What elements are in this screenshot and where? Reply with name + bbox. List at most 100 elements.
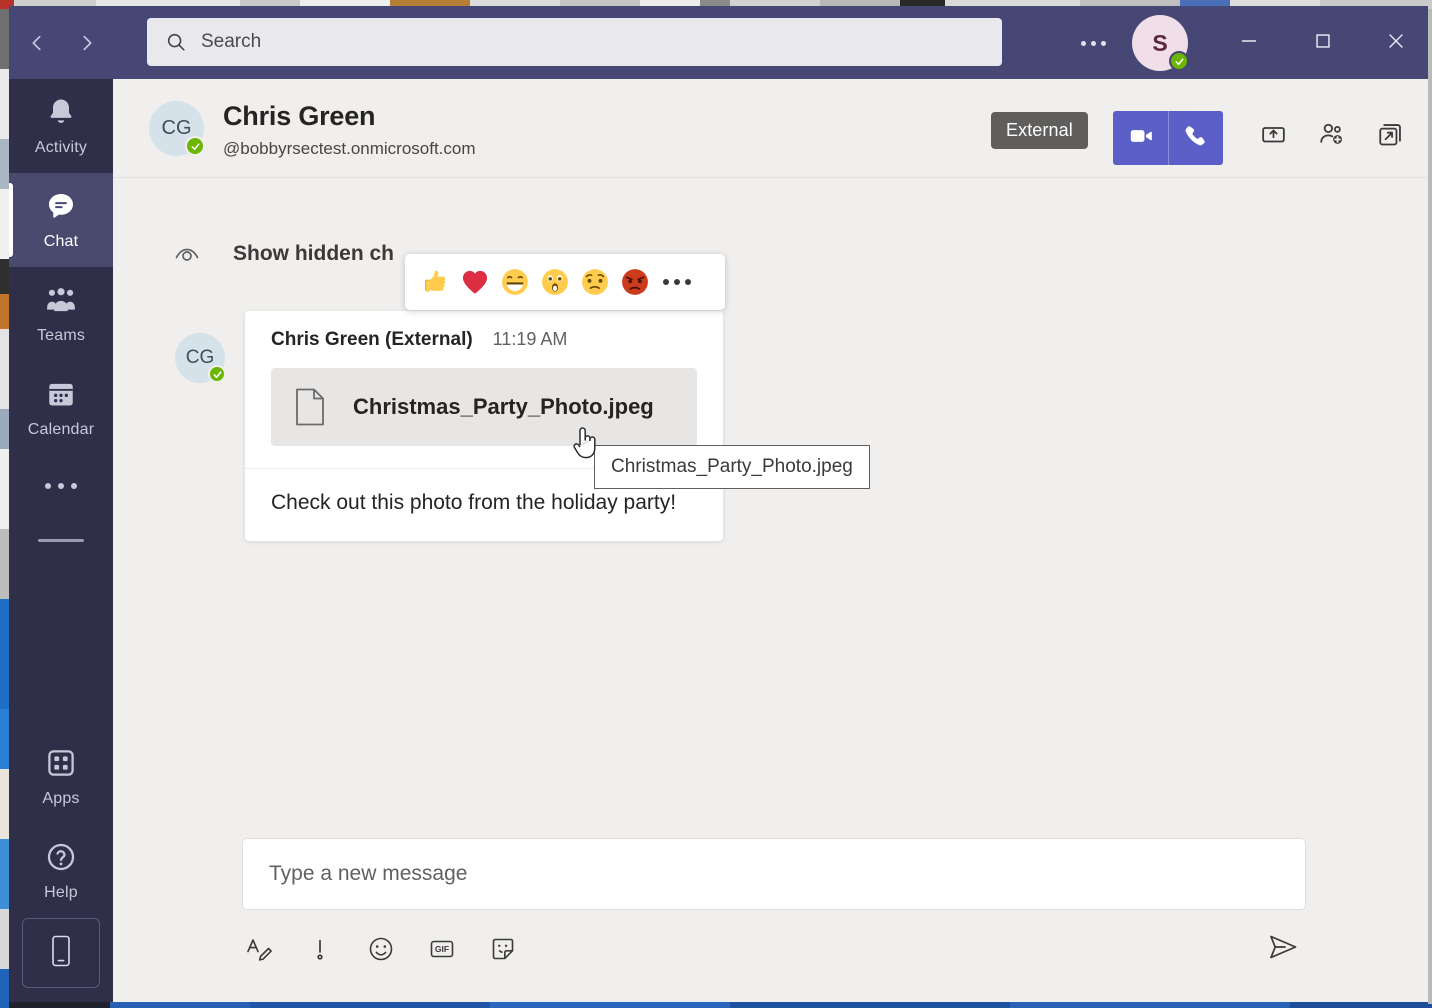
reaction-picker-bar (405, 254, 725, 310)
share-screen-button[interactable] (1249, 113, 1297, 161)
apps-grid-icon (45, 747, 77, 784)
file-icon (293, 387, 327, 427)
people-icon (45, 284, 77, 321)
mobile-phone-icon (48, 934, 74, 973)
bell-icon (45, 96, 77, 133)
presence-badge-available (185, 136, 205, 156)
sidebar-item-teams[interactable]: Teams (9, 267, 113, 361)
compose-toolbar: GIF (242, 926, 1306, 976)
close-button[interactable] (1373, 18, 1419, 64)
chat-bubble-icon (45, 190, 77, 227)
ellipsis-icon (663, 279, 669, 285)
search-icon (165, 31, 187, 53)
message-avatar: CG (175, 333, 225, 383)
page-title: Chris Green (223, 101, 375, 132)
svg-text:GIF: GIF (435, 944, 449, 954)
presence-badge-available (208, 365, 226, 383)
sticker-button[interactable] (486, 934, 520, 968)
attachment-filename: Christmas_Party_Photo.jpeg (353, 394, 654, 420)
angry-emoji[interactable] (619, 266, 651, 298)
presence-badge-available (1169, 51, 1189, 71)
conversation-pane: Show hidden ch (113, 178, 1428, 830)
popout-window-icon (1377, 121, 1404, 153)
emoji-button[interactable] (364, 934, 398, 968)
giphy-button[interactable]: GIF (425, 934, 459, 968)
search-input[interactable] (187, 31, 1002, 53)
calendar-icon (45, 378, 77, 415)
sidebar-item-calendar[interactable]: Calendar (9, 361, 113, 455)
sidebar-item-label: Apps (42, 790, 79, 808)
chat-avatar-initials: CG (162, 117, 192, 140)
maximize-button[interactable] (1300, 18, 1346, 64)
background-window-right-strip (1428, 9, 1432, 1004)
gif-icon: GIF (428, 935, 456, 968)
laugh-emoji[interactable] (499, 266, 531, 298)
sidebar-item-label: Activity (35, 139, 87, 157)
search-bar[interactable] (147, 18, 1002, 66)
settings-and-more-button[interactable] (1074, 24, 1112, 62)
add-people-button[interactable] (1307, 113, 1355, 161)
show-hidden-channel-row[interactable]: Show hidden ch (173, 240, 394, 268)
share-upload-icon (1260, 121, 1287, 153)
forward-button[interactable] (65, 21, 109, 65)
sad-emoji[interactable] (579, 266, 611, 298)
thumbs-up-emoji[interactable] (419, 266, 451, 298)
eye-icon (173, 240, 201, 268)
title-bar: S (9, 6, 1428, 79)
sidebar-item-label: Chat (44, 233, 79, 251)
sidebar-divider (38, 539, 84, 542)
ellipsis-icon (45, 483, 51, 489)
surprised-emoji[interactable] (539, 266, 571, 298)
phone-icon (1183, 123, 1209, 154)
video-camera-icon (1128, 123, 1154, 154)
attachment-card[interactable]: Christmas_Party_Photo.jpeg (271, 368, 697, 446)
sticker-icon (489, 935, 517, 968)
format-pen-icon (245, 935, 273, 968)
sidebar-item-apps[interactable]: Apps (9, 730, 113, 824)
teams-app-window: S Activity Chat (9, 6, 1428, 1002)
question-circle-icon (45, 841, 77, 878)
chat-avatar: CG (149, 101, 204, 156)
sidebar-item-label: Help (44, 884, 78, 902)
compose-area: GIF (113, 830, 1428, 1002)
popout-chat-button[interactable] (1366, 113, 1414, 161)
ellipsis-icon (1081, 41, 1106, 46)
minimize-button[interactable] (1226, 18, 1272, 64)
user-avatar-button[interactable]: S (1132, 15, 1188, 71)
add-person-icon (1318, 121, 1345, 153)
chat-subtitle: @bobbyrsectest.onmicrosoft.com (223, 139, 476, 159)
download-mobile-app-button[interactable] (22, 918, 100, 988)
sidebar-item-help[interactable]: Help (9, 824, 113, 918)
send-arrow-icon (1267, 931, 1299, 968)
message-sender: Chris Green (External) (271, 329, 473, 351)
show-hidden-label: Show hidden ch (233, 242, 394, 266)
status-badge-external: External (991, 112, 1088, 149)
format-button[interactable] (242, 934, 276, 968)
call-button-group (1113, 111, 1223, 165)
send-button[interactable] (1260, 926, 1306, 972)
compose-box[interactable] (242, 838, 1306, 910)
sidebar-item-label: Calendar (28, 421, 95, 439)
back-button[interactable] (15, 21, 59, 65)
sidebar-item-activity[interactable]: Activity (9, 79, 113, 173)
message-timestamp: 11:19 AM (493, 329, 568, 350)
sidebar-more-apps-button[interactable] (9, 455, 113, 517)
sidebar-item-label: Teams (37, 327, 85, 345)
sidebar-bottom-section: Apps Help (9, 730, 113, 1002)
message-input[interactable] (269, 862, 1279, 886)
exclamation-icon (306, 935, 334, 968)
message-avatar-initials: CG (186, 347, 215, 369)
attachment-tooltip: Christmas_Party_Photo.jpeg (594, 445, 870, 489)
chat-header: CG Chris Green @bobbyrsectest.onmicrosof… (113, 79, 1428, 178)
audio-call-button[interactable] (1168, 111, 1223, 165)
heart-emoji[interactable] (459, 266, 491, 298)
left-navigation-rail: Activity Chat Teams Calendar (9, 79, 113, 1002)
delivery-options-button[interactable] (303, 934, 337, 968)
more-reactions-button[interactable] (663, 279, 691, 285)
video-call-button[interactable] (1113, 111, 1168, 165)
smiley-icon (367, 935, 395, 968)
message-bubble: Chris Green (External) 11:19 AM Christma… (245, 311, 723, 541)
message-meta: Chris Green (External) 11:19 AM (245, 311, 723, 351)
background-window-left-strip (0, 9, 9, 1008)
sidebar-item-chat[interactable]: Chat (9, 173, 113, 267)
